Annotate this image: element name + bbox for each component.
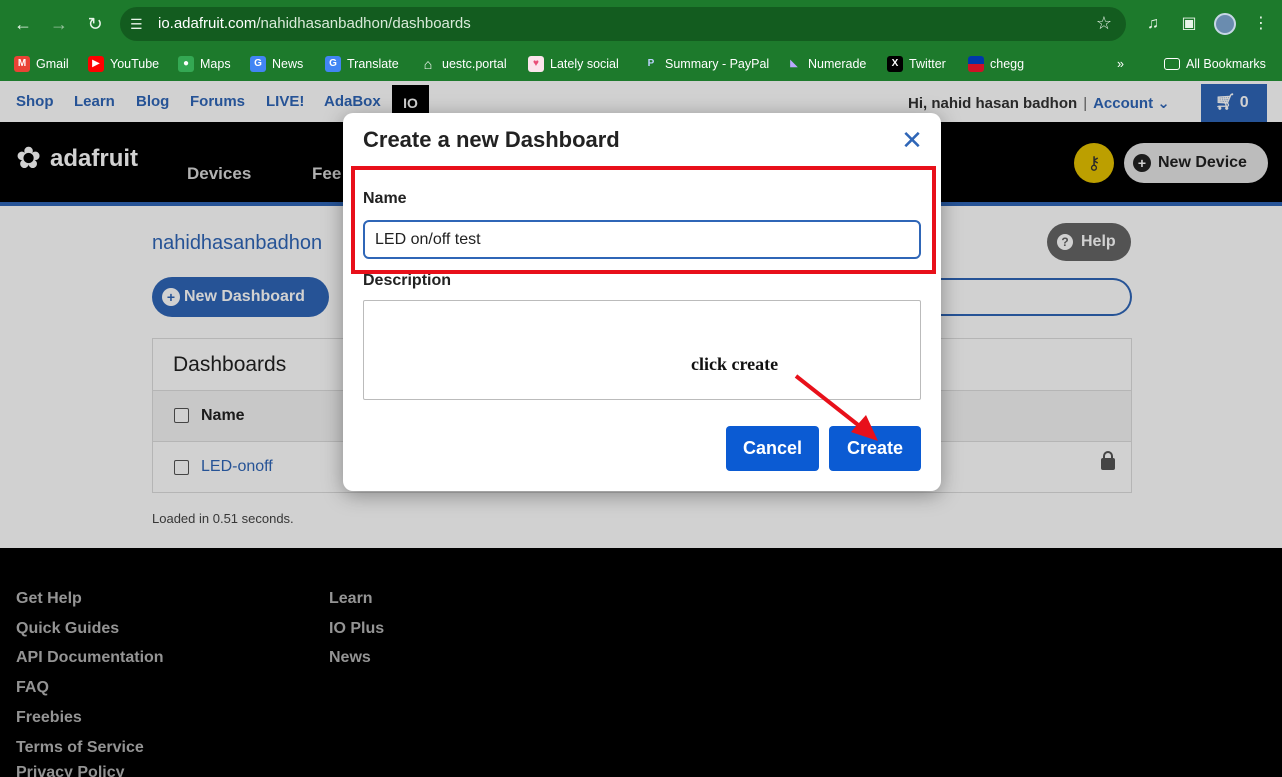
gmail-icon: M — [14, 56, 30, 72]
description-label: Description — [363, 272, 452, 289]
description-textarea[interactable] — [363, 300, 921, 400]
bookmark-uestc[interactable]: ⌂ uestc.portal — [420, 53, 507, 75]
more-menu-icon[interactable]: ⋮ — [1250, 13, 1272, 35]
reload-icon[interactable]: ↻ — [83, 12, 107, 36]
numerade-icon: ◣ — [790, 58, 798, 69]
url-host: io.adafruit.com — [158, 15, 257, 32]
address-bar[interactable]: ☰ io.adafruit.com/nahidhasanbadhon/dashb… — [120, 7, 1126, 41]
bookmark-star-icon[interactable]: ☆ — [1096, 13, 1112, 34]
bookmark-label: Maps — [200, 57, 231, 71]
bookmark-gmail[interactable]: M Gmail — [14, 53, 69, 75]
bookmark-label: Translate — [347, 57, 399, 71]
bookmark-label: News — [272, 57, 304, 71]
bookmark-label: chegg — [990, 57, 1025, 71]
lately-icon: ♥ — [528, 56, 544, 72]
url-text[interactable]: io.adafruit.com/nahidhasanbadhon/dashboa… — [158, 15, 471, 32]
bookmarks-bar: M Gmail ▶ YouTube ● Maps G News G Translate ⌂… — [0, 48, 1282, 81]
bookmark-lately[interactable]: ♥ Lately social — [528, 53, 619, 75]
folder-icon — [1164, 58, 1180, 70]
bookmark-numerade[interactable]: ◣ Numerade — [786, 53, 866, 75]
bookmark-chegg[interactable]: chegg — [968, 53, 1024, 75]
all-bookmarks-label: All Bookmarks — [1186, 57, 1266, 71]
bookmark-label: YouTube — [110, 57, 160, 71]
bookmarks-overflow-icon[interactable]: » — [1117, 53, 1124, 75]
bookmark-translate[interactable]: G Translate — [325, 53, 399, 75]
flag-icon — [968, 56, 984, 72]
bookmark-label: Summary - PayPal — [665, 57, 770, 71]
youtube-icon: ▶ — [88, 56, 104, 72]
bookmark-paypal[interactable]: P Summary - PayPal — [643, 53, 770, 75]
bookmark-label: uestc.portal — [442, 57, 507, 71]
profile-avatar[interactable] — [1214, 13, 1236, 35]
bookmark-maps[interactable]: ● Maps — [178, 53, 231, 75]
browser-toolbar: ← → ↻ ☰ io.adafruit.com/nahidhasanbadhon… — [0, 0, 1282, 48]
media-control-icon[interactable]: ♫ — [1142, 13, 1164, 35]
annotation-text: click create — [691, 354, 779, 374]
highlight-box — [351, 166, 936, 274]
bookmark-label: Lately social — [550, 57, 619, 71]
side-panel-icon[interactable]: ▣ — [1178, 13, 1200, 35]
bookmark-label: Twitter — [909, 57, 946, 71]
translate-icon: G — [325, 56, 341, 72]
back-arrow-icon[interactable]: ← — [11, 12, 35, 36]
all-bookmarks[interactable]: All Bookmarks — [1164, 53, 1266, 75]
home-icon: ⌂ — [423, 56, 433, 72]
bookmark-youtube[interactable]: ▶ YouTube — [88, 53, 159, 75]
bookmark-label: Gmail — [36, 57, 69, 71]
bookmark-news[interactable]: G News — [250, 53, 303, 75]
maps-icon: ● — [178, 56, 194, 72]
forward-arrow-icon[interactable]: → — [47, 12, 71, 36]
create-button[interactable]: Create — [829, 426, 921, 471]
modal-title: Create a new Dashboard — [363, 127, 620, 152]
overflow-label: » — [1117, 57, 1124, 71]
cancel-button[interactable]: Cancel — [726, 426, 819, 471]
site-settings-icon[interactable]: ☰ — [130, 15, 148, 33]
news-icon: G — [250, 56, 266, 72]
url-path: /nahidhasanbadhon/dashboards — [256, 15, 471, 32]
close-icon[interactable]: ✕ — [901, 127, 923, 153]
paypal-icon: P — [647, 58, 655, 69]
bookmark-label: Numerade — [808, 57, 867, 71]
bookmark-twitter[interactable]: X Twitter — [887, 53, 946, 75]
x-icon: X — [887, 56, 903, 72]
